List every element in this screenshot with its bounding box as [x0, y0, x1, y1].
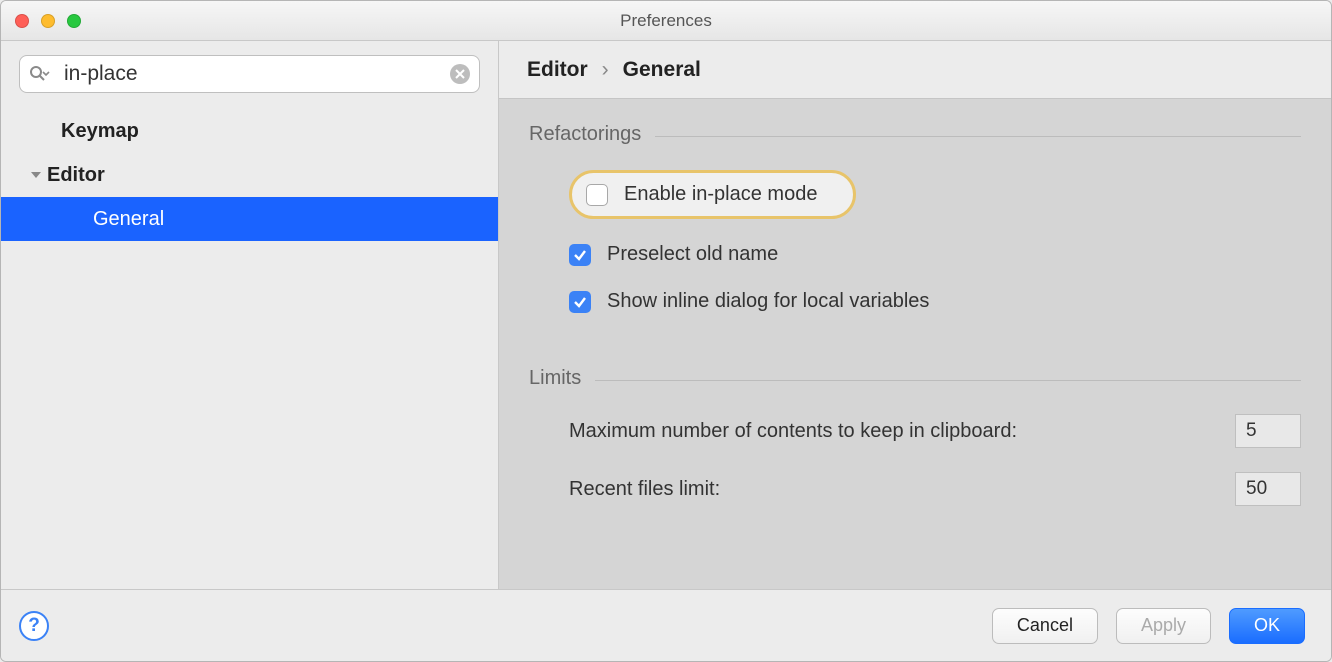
breadcrumb-part: General [623, 58, 701, 82]
checkbox-preselect-old-name[interactable] [569, 244, 591, 266]
checkbox-label: Preselect old name [607, 243, 778, 266]
section-title-label: Limits [529, 367, 581, 390]
sidebar-item-label: Editor [47, 164, 105, 187]
search-highlight: Enable in-place mode [569, 170, 856, 219]
limit-label: Recent files limit: [569, 478, 720, 501]
limit-label: Maximum number of contents to keep in cl… [569, 420, 1017, 443]
checkbox-show-inline-dialog[interactable] [569, 291, 591, 313]
breadcrumb-part: Editor [527, 58, 588, 82]
help-icon: ? [28, 615, 40, 637]
sidebar-item-label: Keymap [61, 120, 139, 143]
checkbox-label: Enable in-place mode [624, 183, 817, 206]
search-icon [29, 65, 51, 83]
cancel-button[interactable]: Cancel [992, 608, 1098, 644]
option-preselect-old-name: Preselect old name [569, 243, 1301, 266]
section-title-label: Refactorings [529, 123, 641, 146]
divider [655, 136, 1301, 137]
search-field [19, 55, 480, 93]
preferences-window: Preferences Keymap [0, 0, 1332, 662]
content-area: Refactorings Enable in-place mode [499, 99, 1331, 589]
window-title: Preferences [1, 11, 1331, 31]
checkbox-enable-in-place-mode[interactable] [586, 184, 608, 206]
ok-button[interactable]: OK [1229, 608, 1305, 644]
search-input[interactable] [19, 55, 480, 93]
divider [595, 380, 1301, 381]
settings-tree: Keymap Editor General [1, 103, 498, 589]
clipboard-limit-input[interactable] [1235, 414, 1301, 448]
sidebar-item-label: General [93, 208, 164, 231]
breadcrumb: Editor › General [499, 41, 1331, 99]
option-show-inline-dialog: Show inline dialog for local variables [569, 290, 1301, 313]
option-enable-in-place-mode: Enable in-place mode [569, 170, 1301, 219]
checkbox-label: Show inline dialog for local variables [607, 290, 929, 313]
clear-search-button[interactable] [450, 64, 470, 84]
footer: ? Cancel Apply OK [1, 589, 1331, 661]
sidebar-item-keymap[interactable]: Keymap [1, 109, 498, 153]
apply-button[interactable]: Apply [1116, 608, 1211, 644]
recent-files-limit-input[interactable] [1235, 472, 1301, 506]
help-button[interactable]: ? [19, 611, 49, 641]
chevron-down-icon [25, 169, 47, 181]
sidebar: Keymap Editor General [1, 41, 499, 589]
main-panel: Editor › General Refactorings Enable in-… [499, 41, 1331, 589]
sidebar-item-editor[interactable]: Editor [1, 153, 498, 197]
section-title-refactorings: Refactorings [529, 123, 1301, 146]
breadcrumb-separator-icon: › [602, 58, 609, 82]
limit-row-recent-files: Recent files limit: [529, 472, 1301, 530]
section-title-limits: Limits [529, 367, 1301, 390]
titlebar: Preferences [1, 1, 1331, 41]
limit-row-clipboard: Maximum number of contents to keep in cl… [529, 414, 1301, 472]
sidebar-item-general[interactable]: General [1, 197, 498, 241]
